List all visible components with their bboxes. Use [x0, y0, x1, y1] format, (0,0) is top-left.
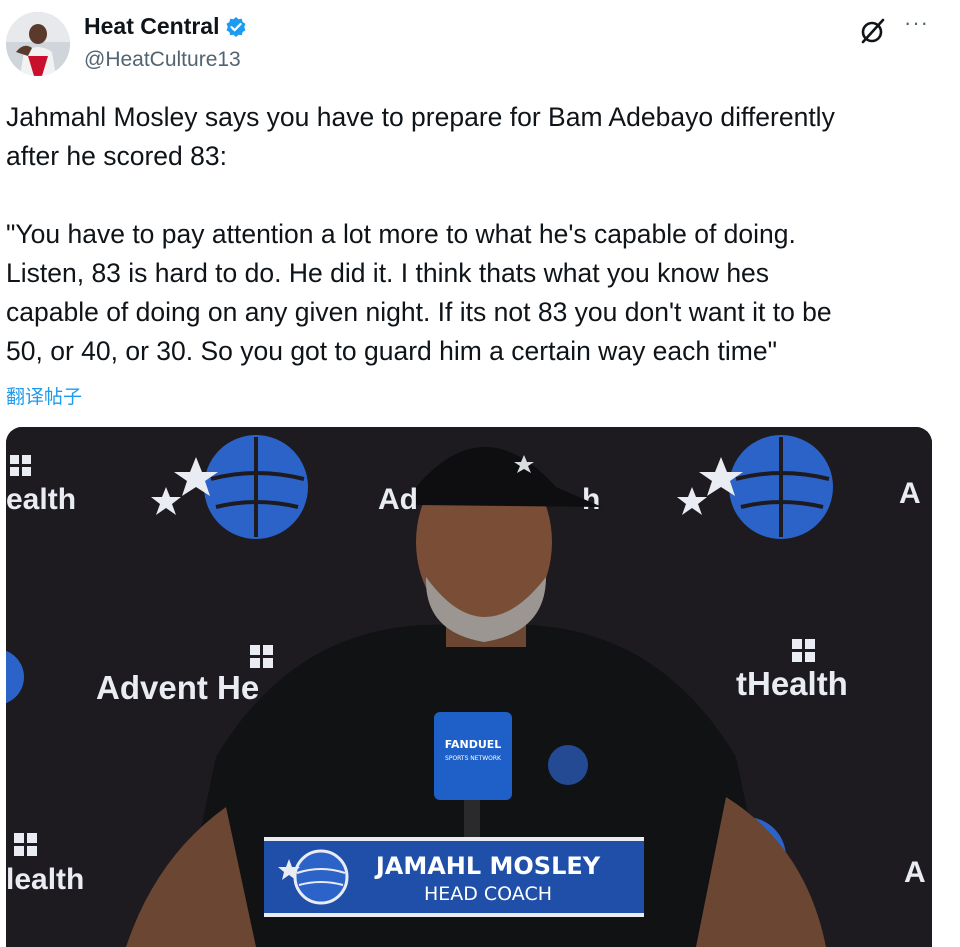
lower-third-banner: JAMAHL MOSLEY HEAD COACH	[264, 837, 644, 917]
backdrop-text-4: A	[899, 477, 921, 510]
avatar-image	[6, 12, 70, 76]
translate-post-link[interactable]: 翻译帖子	[6, 382, 82, 409]
author-display-name[interactable]: Heat Central	[84, 13, 219, 40]
backdrop-text-5: Advent He	[96, 669, 259, 706]
mic-sublabel: SPORTS NETWORK	[445, 755, 502, 762]
grok-icon[interactable]	[858, 16, 888, 46]
tweet-header: Heat Central @HeatCulture13 ···	[0, 0, 960, 90]
lower-third-title: HEAD COACH	[424, 883, 552, 905]
backdrop-text-2: Ad	[378, 483, 418, 516]
avatar[interactable]	[6, 12, 70, 76]
backdrop-text-7: lealth	[6, 863, 84, 896]
author-handle[interactable]: @HeatCulture13	[84, 48, 241, 72]
lower-third-name: JAMAHL MOSLEY	[374, 852, 601, 880]
tweet-text: Jahmahl Mosley says you have to prepare …	[6, 102, 835, 366]
backdrop-text-6: tHealth	[736, 665, 848, 702]
mic-label: FANDUEL	[445, 738, 502, 751]
more-options-icon[interactable]: ···	[904, 10, 929, 36]
tweet-media-image[interactable]: ealth Ad h A Advent He tHealth lealth A	[6, 427, 932, 947]
author-name-row[interactable]: Heat Central	[84, 13, 247, 40]
press-conference-photo: ealth Ad h A Advent He tHealth lealth A	[6, 427, 932, 947]
verified-badge-icon	[226, 16, 246, 37]
backdrop-text-1: ealth	[6, 483, 76, 516]
backdrop-text-8: A	[904, 856, 926, 889]
